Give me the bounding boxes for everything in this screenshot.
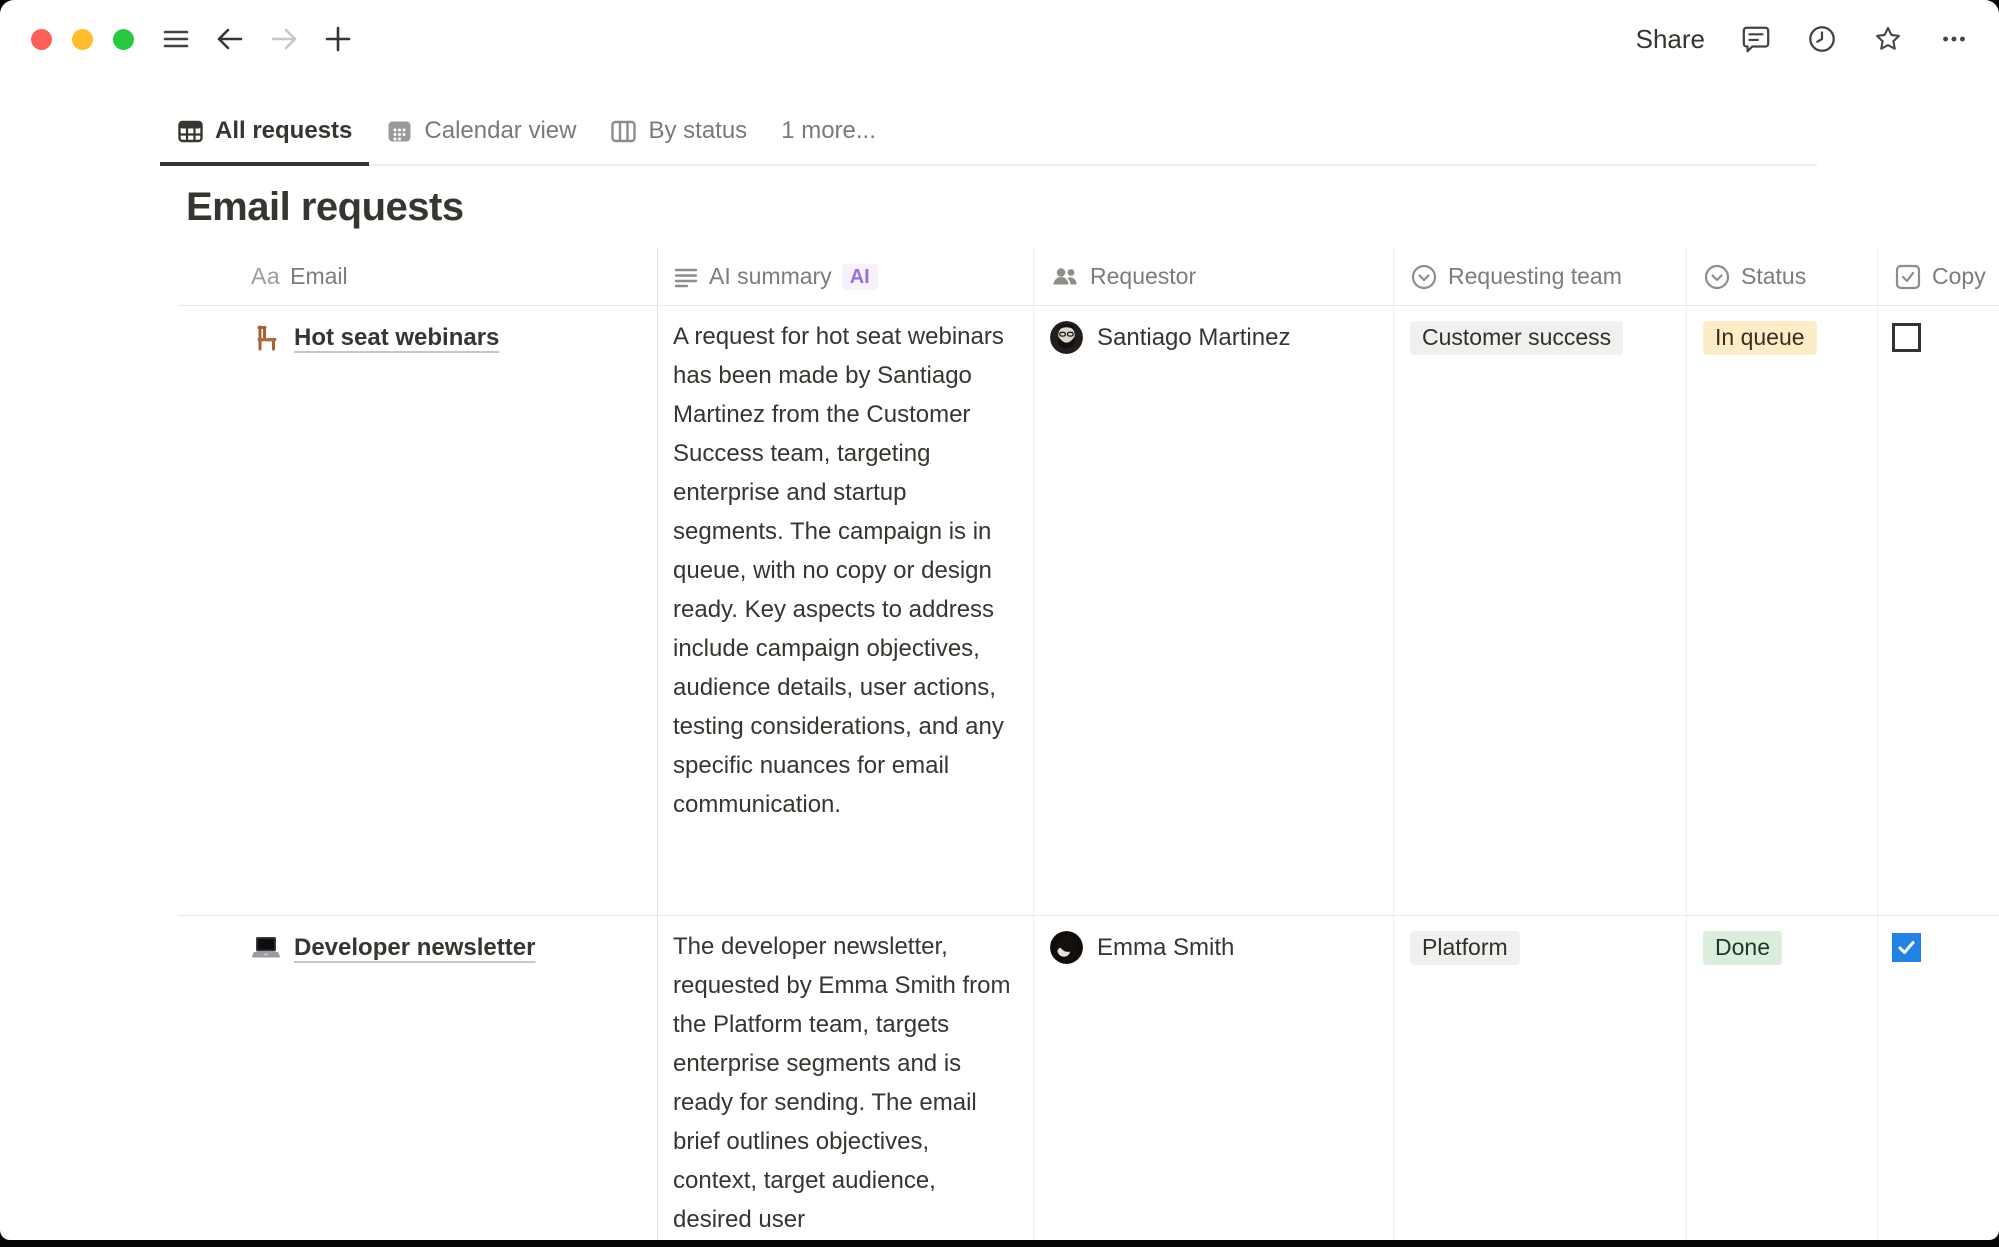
table-row: Hot seat webinars A request for hot seat… bbox=[178, 306, 1999, 916]
tab-label: 1 more... bbox=[781, 117, 876, 145]
cell-requesting-team[interactable]: Platform bbox=[1393, 916, 1686, 1240]
requestor-name: Santiago Martinez bbox=[1097, 324, 1290, 352]
new-tab-icon[interactable] bbox=[323, 24, 353, 54]
table-view-icon bbox=[177, 118, 204, 145]
cell-status[interactable]: Done bbox=[1686, 916, 1877, 1240]
status-tag: In queue bbox=[1703, 321, 1817, 355]
status-tag: Done bbox=[1703, 931, 1782, 965]
tab-calendar-view[interactable]: Calendar view bbox=[369, 100, 593, 166]
ai-summary-icon bbox=[673, 264, 699, 290]
favorite-icon[interactable] bbox=[1873, 24, 1903, 54]
tab-all-requests[interactable]: All requests bbox=[160, 100, 369, 166]
back-icon[interactable] bbox=[215, 24, 245, 54]
ai-badge: AI bbox=[842, 264, 878, 290]
page-link[interactable]: Hot seat webinars bbox=[294, 324, 499, 352]
column-label: Status bbox=[1741, 263, 1806, 290]
column-label: Requesting team bbox=[1448, 263, 1622, 290]
column-label: Requestor bbox=[1090, 263, 1196, 290]
avatar bbox=[1050, 321, 1083, 354]
cell-copy[interactable] bbox=[1877, 306, 1999, 915]
tab-more-views[interactable]: 1 more... bbox=[764, 100, 893, 166]
column-header-ai-summary[interactable]: AI summary AI bbox=[657, 248, 1033, 305]
column-header-requesting-team[interactable]: Requesting team bbox=[1393, 248, 1686, 305]
tab-label: By status bbox=[648, 117, 747, 145]
team-tag: Platform bbox=[1410, 931, 1520, 965]
ai-summary-text: A request for hot seat webinars has been… bbox=[673, 306, 1018, 824]
copy-checkbox[interactable] bbox=[1892, 323, 1921, 352]
column-header-status[interactable]: Status bbox=[1686, 248, 1877, 305]
select-property-icon bbox=[1410, 263, 1438, 291]
column-label: Email bbox=[290, 263, 348, 290]
board-view-icon bbox=[610, 118, 637, 145]
minimize-window-button[interactable] bbox=[72, 29, 93, 50]
close-window-button[interactable] bbox=[31, 29, 52, 50]
avatar bbox=[1050, 931, 1083, 964]
hamburger-icon[interactable] bbox=[161, 24, 191, 54]
tab-label: All requests bbox=[215, 117, 352, 145]
column-header-email[interactable]: Aa Email bbox=[178, 248, 657, 305]
app-window: Share All requests bbox=[0, 0, 1999, 1240]
chair-icon bbox=[251, 323, 281, 353]
table-row: Developer newsletter The developer newsl… bbox=[178, 916, 1999, 1240]
column-label: AI summary bbox=[709, 263, 832, 290]
cell-email[interactable]: Hot seat webinars bbox=[178, 306, 657, 915]
cell-requestor[interactable]: Santiago Martinez bbox=[1033, 306, 1393, 915]
page-link[interactable]: Developer newsletter bbox=[294, 934, 535, 962]
cell-email[interactable]: Developer newsletter bbox=[178, 916, 657, 1240]
column-label: Copy bbox=[1932, 263, 1986, 290]
zoom-window-button[interactable] bbox=[113, 29, 134, 50]
requestor-name: Emma Smith bbox=[1097, 934, 1234, 962]
person-property-icon bbox=[1050, 262, 1080, 292]
checkbox-property-icon bbox=[1894, 263, 1922, 291]
cell-requestor[interactable]: Emma Smith bbox=[1033, 916, 1393, 1240]
cell-copy[interactable] bbox=[1877, 916, 1999, 1240]
laptop-icon bbox=[251, 933, 281, 963]
tab-by-status[interactable]: By status bbox=[593, 100, 764, 166]
forward-icon[interactable] bbox=[269, 24, 299, 54]
view-tabs: All requests Calendar view By status 1 m… bbox=[160, 100, 893, 166]
nav-controls bbox=[161, 24, 353, 54]
ai-summary-text: The developer newsletter, requested by E… bbox=[673, 916, 1018, 1239]
table-header-row: Aa Email AI summary AI Requestor bbox=[178, 248, 1999, 306]
traffic-lights bbox=[31, 29, 134, 50]
comments-icon[interactable] bbox=[1741, 24, 1771, 54]
window-toolbar: Share bbox=[0, 0, 1999, 78]
team-tag: Customer success bbox=[1410, 321, 1623, 355]
cell-requesting-team[interactable]: Customer success bbox=[1393, 306, 1686, 915]
cell-status[interactable]: In queue bbox=[1686, 306, 1877, 915]
tab-label: Calendar view bbox=[424, 117, 576, 145]
copy-checkbox[interactable] bbox=[1892, 933, 1921, 962]
toolbar-right: Share bbox=[1636, 24, 1969, 55]
requests-table: Aa Email AI summary AI Requestor bbox=[178, 248, 1999, 1240]
select-property-icon bbox=[1703, 263, 1731, 291]
column-header-copy[interactable]: Copy bbox=[1877, 248, 1999, 305]
page-title: Email requests bbox=[186, 185, 464, 230]
text-property-icon: Aa bbox=[251, 263, 280, 290]
calendar-view-icon bbox=[386, 118, 413, 145]
cell-ai-summary[interactable]: A request for hot seat webinars has been… bbox=[657, 306, 1033, 915]
column-header-requestor[interactable]: Requestor bbox=[1033, 248, 1393, 305]
share-button[interactable]: Share bbox=[1636, 24, 1705, 55]
cell-ai-summary[interactable]: The developer newsletter, requested by E… bbox=[657, 916, 1033, 1240]
more-icon[interactable] bbox=[1939, 24, 1969, 54]
history-icon[interactable] bbox=[1807, 24, 1837, 54]
view-tabs-bar: All requests Calendar view By status 1 m… bbox=[0, 100, 1999, 166]
